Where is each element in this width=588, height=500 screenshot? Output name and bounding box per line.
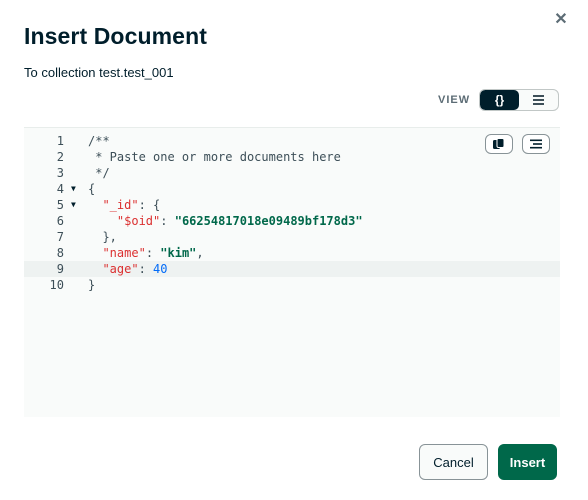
- editor-line-active: 9 "age": 40: [24, 261, 560, 277]
- json-number: 40: [153, 262, 168, 276]
- view-toggle: {}: [479, 89, 559, 111]
- json-key: "name": [102, 246, 146, 260]
- fold-arrow-icon[interactable]: ▼: [71, 197, 76, 213]
- code-text: },: [88, 229, 117, 245]
- code-text: "$oid": "66254817018e09489bf178d3": [88, 213, 363, 229]
- json-punctuation: :: [138, 262, 154, 276]
- fold-arrow-icon[interactable]: ▼: [71, 181, 76, 197]
- line-number: 4: [56, 182, 64, 196]
- line-number: 5: [56, 198, 64, 212]
- json-string: "kim": [160, 246, 197, 260]
- code-text: * Paste one or more documents here: [88, 150, 341, 164]
- json-key: "age": [102, 262, 139, 276]
- view-label: VIEW: [438, 94, 471, 106]
- editor-line: 3 */: [24, 165, 560, 181]
- dialog-title: Insert Document: [24, 23, 207, 49]
- list-icon: [533, 95, 544, 105]
- editor-line: 5 ▼ "_id": {: [24, 197, 560, 213]
- json-punctuation: :: [145, 246, 161, 260]
- code-text: }: [88, 278, 96, 292]
- line-number: 7: [56, 230, 64, 244]
- json-key: "_id": [102, 198, 139, 212]
- json-punctuation: : {: [138, 198, 161, 212]
- code-text: {: [88, 182, 96, 196]
- editor-line: 2 * Paste one or more documents here: [24, 149, 560, 165]
- code-text: "age": 40: [88, 261, 167, 277]
- code-text: "_id": {: [88, 197, 160, 213]
- copy-icon: [493, 138, 505, 149]
- close-button[interactable]: ✕: [553, 12, 569, 28]
- line-number: 8: [56, 246, 64, 260]
- code-text: /**: [88, 134, 110, 148]
- json-view-option[interactable]: {}: [480, 90, 519, 110]
- code-text: */: [88, 166, 110, 180]
- line-number: 9: [56, 262, 64, 276]
- editor-line: 8 "name": "kim",: [24, 245, 560, 261]
- line-number: 10: [49, 278, 64, 292]
- json-punctuation: :: [160, 214, 175, 228]
- editor-line: 10 }: [24, 277, 560, 293]
- json-key: "$oid": [116, 214, 161, 228]
- json-punctuation: },: [102, 230, 117, 244]
- json-braces-icon: {}: [494, 93, 505, 107]
- format-button[interactable]: [522, 134, 550, 154]
- line-number: 1: [56, 134, 64, 148]
- editor-line: 1 /**: [24, 133, 560, 149]
- line-number: 6: [56, 214, 64, 228]
- line-number: 2: [56, 150, 64, 164]
- editor-line: 4 ▼ {: [24, 181, 560, 197]
- cancel-button[interactable]: Cancel: [419, 444, 488, 480]
- dialog-subtitle: To collection test.test_001: [24, 65, 174, 80]
- line-number: 3: [56, 166, 64, 180]
- json-punctuation: ,: [196, 246, 204, 260]
- editor-line: 7 },: [24, 229, 560, 245]
- format-icon: [530, 139, 542, 149]
- close-icon: ✕: [554, 11, 568, 28]
- copy-button[interactable]: [485, 134, 513, 154]
- insert-button[interactable]: Insert: [498, 444, 557, 480]
- editor-line: 6 "$oid": "66254817018e09489bf178d3": [24, 213, 560, 229]
- json-string: "66254817018e09489bf178d3": [174, 214, 363, 228]
- list-view-option[interactable]: [519, 90, 558, 110]
- code-editor[interactable]: 1 /** 2 * Paste one or more documents he…: [24, 127, 560, 417]
- code-text: "name": "kim",: [88, 245, 204, 261]
